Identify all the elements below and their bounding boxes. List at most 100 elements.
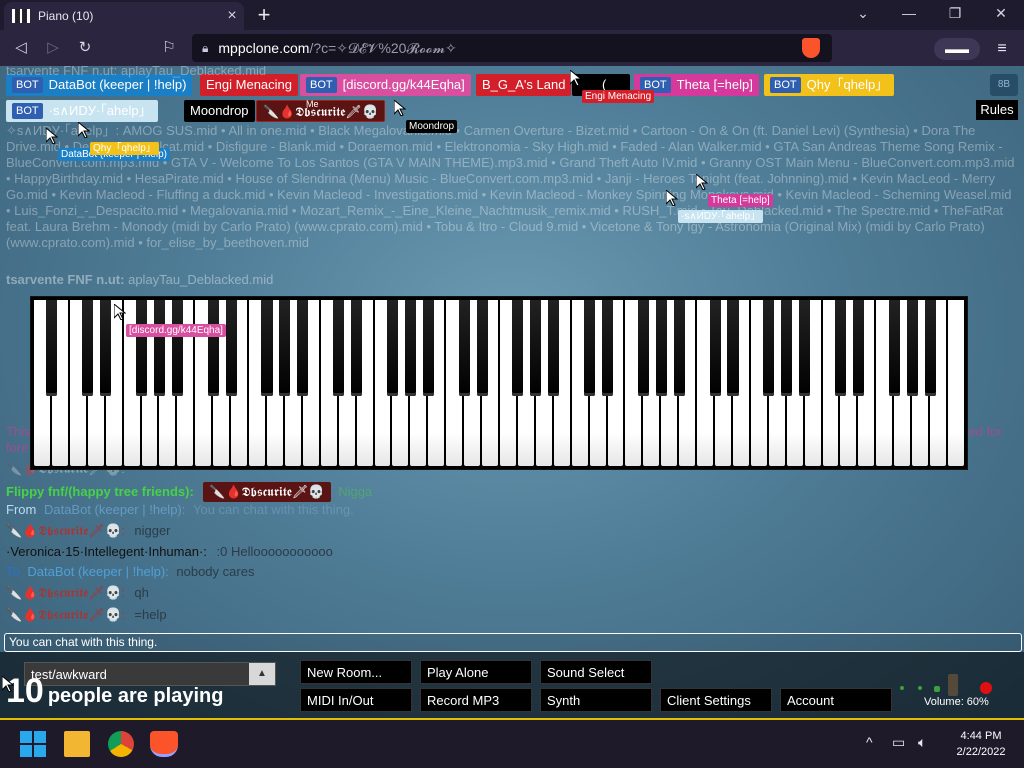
participant-tag[interactable]: BOT ·ѕ∧ИDУ·「ahelp」 — [6, 100, 158, 122]
windows-start-icon[interactable] — [20, 731, 46, 757]
midi-in-out-button[interactable]: MIDI In/Out — [300, 688, 412, 712]
participant-tag[interactable]: Moondrop — [184, 100, 255, 122]
black-key[interactable] — [100, 300, 112, 396]
chat-fragment: This — [6, 424, 31, 439]
black-key[interactable] — [46, 300, 58, 396]
forward-button[interactable]: ▷ — [42, 38, 64, 58]
record-mp3-button[interactable]: Record MP3 — [420, 688, 532, 712]
browser-menu-icon[interactable]: ≡ — [990, 38, 1014, 60]
black-key[interactable] — [153, 300, 165, 396]
back-button[interactable]: ◁ — [10, 38, 32, 58]
black-key[interactable] — [225, 300, 237, 396]
black-key[interactable] — [906, 300, 918, 396]
browser-tab-strip: Piano (10) × + ⌄ — ❐ ✕ — [0, 0, 1024, 30]
black-key[interactable] — [924, 300, 936, 396]
play-alone-button[interactable]: Play Alone — [420, 660, 532, 684]
black-key[interactable] — [386, 300, 398, 396]
remote-cursor-label: [discord.gg/k44Eqha] — [126, 324, 226, 337]
url-field[interactable]: 🔒︎ mppclone.com /?c=✧𝓓𝓔𝓥%20𝓡𝓸𝓸𝓶✧ — [192, 34, 832, 62]
remote-cursor-icon — [78, 122, 90, 138]
reload-button[interactable]: ↻ — [74, 38, 96, 58]
black-key[interactable] — [404, 300, 416, 396]
chrome-icon[interactable] — [108, 731, 134, 757]
chat-message: To DataBot (keeper | !help): nobody care… — [6, 564, 255, 579]
chat-message: tsarvente FNF n.ut: aplayTau_Deblacked.m… — [6, 66, 267, 78]
black-key[interactable] — [637, 300, 649, 396]
black-key[interactable] — [601, 300, 614, 396]
brave-shield-icon[interactable] — [802, 38, 820, 58]
black-key[interactable] — [852, 300, 864, 396]
black-key[interactable] — [763, 300, 775, 396]
piano-keyboard[interactable] — [30, 296, 968, 470]
restore-button[interactable]: ❐ — [940, 5, 970, 22]
chat-message: 🔪🩸𝕯𝖇𝖘𝖈𝖚𝖗𝖎𝖙𝖊🗡💀: nigger — [6, 523, 171, 538]
volume-label: Volume: 60% — [924, 696, 989, 708]
chat-message: Flippy fnf/(happy tree friends): 🔪🩸𝕯𝖇𝖘𝖈𝖚… — [6, 482, 372, 502]
chat-message: 🔪🩸𝕯𝖇𝖘𝖈𝖚𝖗𝖎𝖙𝖊🗡💀: =help — [6, 607, 167, 622]
black-key[interactable] — [655, 300, 667, 396]
tab-title: Piano (10) — [38, 9, 94, 23]
system-clock[interactable]: 4:44 PM 2/22/2022 — [946, 728, 1016, 760]
account-button[interactable]: Account — [780, 688, 892, 712]
black-key[interactable] — [279, 300, 291, 396]
vpn-icon[interactable]: ▬▬ — [934, 38, 980, 60]
remote-cursor-icon — [666, 190, 678, 206]
chevron-up-icon[interactable]: ^ — [866, 734, 873, 750]
chat-fragment: fore — [6, 440, 29, 455]
brave-browser-icon[interactable] — [150, 731, 178, 757]
black-key[interactable] — [351, 300, 363, 396]
me-label: Me — [306, 99, 319, 109]
black-key[interactable] — [261, 300, 273, 396]
black-key[interactable] — [530, 300, 542, 396]
client-settings-button[interactable]: Client Settings — [660, 688, 772, 712]
browser-tab[interactable]: Piano (10) × — [4, 2, 244, 30]
bookmark-icon[interactable]: ⚐ — [158, 38, 180, 58]
black-key[interactable] — [333, 300, 345, 396]
chevron-up-icon: ▲ — [249, 663, 275, 685]
network-icon[interactable]: ▭ — [892, 734, 905, 751]
participant-tag[interactable]: BOT [discord.gg/k44Eqha] — [300, 74, 471, 96]
black-key[interactable] — [512, 300, 524, 396]
sound-select-button[interactable]: Sound Select — [540, 660, 652, 684]
rules-button[interactable]: Rules — [976, 100, 1018, 120]
speaker-icon[interactable]: 🔈︎ — [918, 734, 926, 751]
black-key[interactable] — [422, 300, 434, 396]
black-key[interactable] — [781, 300, 793, 396]
tab-search-chevron-icon[interactable]: ⌄ — [848, 5, 878, 22]
close-tab-icon[interactable]: × — [220, 7, 244, 25]
synth-button[interactable]: Synth — [540, 688, 652, 712]
remote-cursor-label: Qhy「qhelp」 — [90, 142, 159, 155]
close-window-button[interactable]: ✕ — [986, 5, 1016, 22]
participant-tag[interactable]: BOT Qhy「qhelp」 — [764, 74, 895, 96]
white-key[interactable] — [948, 300, 964, 466]
bb-button[interactable]: 8B — [990, 74, 1018, 96]
chat-input[interactable]: You can chat with this thing. — [4, 633, 1022, 652]
black-key[interactable] — [799, 300, 811, 396]
black-key[interactable] — [82, 300, 94, 396]
black-key[interactable] — [727, 300, 739, 396]
participant-tag[interactable]: B_G_A's Land — [476, 74, 572, 96]
black-key[interactable] — [834, 300, 847, 396]
black-key[interactable] — [548, 300, 560, 396]
black-key[interactable] — [297, 300, 309, 396]
black-key[interactable] — [458, 300, 470, 396]
remote-cursor-label: Engi Menacing — [582, 90, 655, 103]
black-key[interactable] — [888, 300, 900, 396]
black-key[interactable] — [673, 300, 685, 396]
black-key[interactable] — [584, 300, 596, 396]
black-key[interactable] — [135, 300, 148, 396]
remote-cursor-label: Theta [=help] — [708, 194, 773, 207]
new-tab-button[interactable]: + — [252, 3, 276, 27]
black-key[interactable] — [171, 300, 183, 396]
file-explorer-icon[interactable] — [64, 731, 90, 757]
mouse-cursor-icon — [2, 676, 14, 692]
people-count: 10 people are playing — [6, 672, 224, 710]
remote-cursor-icon — [696, 174, 708, 190]
black-key[interactable] — [207, 300, 219, 396]
new-room-button[interactable]: New Room... — [300, 660, 412, 684]
black-key[interactable] — [476, 300, 488, 396]
minimize-button[interactable]: — — [894, 5, 924, 21]
lock-icon: 🔒︎ — [202, 40, 209, 55]
black-key[interactable] — [709, 300, 721, 396]
remote-cursor-icon — [46, 128, 58, 144]
